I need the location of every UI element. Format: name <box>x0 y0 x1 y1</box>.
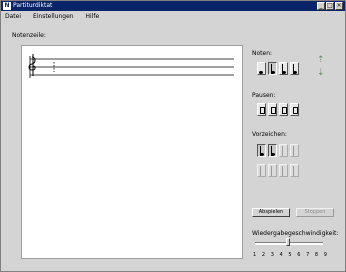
quarter-note-tool[interactable] <box>279 62 288 75</box>
sharp-icon <box>260 146 265 156</box>
up-arrow-icon[interactable]: ⇡ <box>317 56 325 65</box>
whole-note-tool[interactable] <box>257 62 266 75</box>
triplet-icon <box>271 166 276 176</box>
half-note-tool[interactable] <box>268 62 277 75</box>
tie-tool[interactable] <box>257 164 266 177</box>
down-arrow-icon[interactable]: ⇣ <box>317 69 325 78</box>
menu-file[interactable]: Datei <box>5 13 21 20</box>
fermata-icon <box>282 166 287 176</box>
quarter-rest-tool[interactable] <box>279 103 288 116</box>
maximize-button[interactable]: □ <box>326 2 334 10</box>
pauses-palette <box>257 103 299 116</box>
whole-rest-tool[interactable] <box>257 103 266 116</box>
flat-icon <box>271 146 276 156</box>
tempo-tick: 6 <box>297 252 301 258</box>
play-button[interactable]: Abspielen <box>252 208 290 217</box>
tempo-tick: 1 <box>253 252 257 258</box>
eighth-note-tool[interactable] <box>290 62 299 75</box>
tempo-tick: 2 <box>261 252 266 258</box>
natural-tool[interactable] <box>279 144 288 157</box>
tempo-tick: 3 <box>270 252 274 258</box>
menu-settings[interactable]: Einstellungen <box>33 13 74 20</box>
dot-icon <box>293 146 298 156</box>
notes-palette <box>257 62 299 75</box>
quarter-note-icon <box>282 64 287 74</box>
half-note-icon <box>271 64 276 74</box>
triplet-tool[interactable] <box>268 164 277 177</box>
sharp-tool[interactable] <box>257 144 266 157</box>
score-label: Notenzeile: <box>12 32 46 39</box>
close-button[interactable]: × <box>335 2 343 10</box>
tempo-tick: 8 <box>314 252 319 258</box>
tie-icon <box>260 166 265 176</box>
dot-tool[interactable] <box>290 144 299 157</box>
app-icon: N <box>3 2 11 10</box>
title-bar[interactable]: N Partiturdiktat _ □ × <box>1 1 345 11</box>
tempo-scale: 1 2 3 4 5 6 7 8 9 <box>253 252 327 258</box>
accidentals-palette-row2 <box>257 164 299 177</box>
pauses-label: Pausen: <box>252 92 276 99</box>
tempo-tick: 9 <box>323 252 327 258</box>
natural-icon <box>282 146 287 156</box>
accidentals-palette-row1 <box>257 144 299 157</box>
tempo-tick: 5 <box>288 252 292 258</box>
main-window: N Partiturdiktat _ □ × Datei Einstellung… <box>0 0 346 272</box>
accidentals-label: Vorzeichen: <box>252 131 287 138</box>
tempo-label: Wiedergabegeschwindigkeit: <box>252 230 339 237</box>
whole-rest-icon <box>260 107 265 114</box>
whole-note-icon <box>259 64 264 74</box>
eighth-rest-tool[interactable] <box>290 103 299 116</box>
staff <box>28 54 234 78</box>
staccato-icon <box>293 166 298 176</box>
fermata-tool[interactable] <box>279 164 288 177</box>
window-title: Partiturdiktat <box>13 2 53 9</box>
half-rest-tool[interactable] <box>268 103 277 116</box>
menu-bar: Datei Einstellungen Hilfe <box>1 12 105 21</box>
tempo-tick: 4 <box>279 252 283 258</box>
score-canvas[interactable] <box>21 45 243 259</box>
tempo-slider-thumb[interactable] <box>286 238 290 246</box>
minimize-button[interactable]: _ <box>317 2 325 10</box>
menu-help[interactable]: Hilfe <box>86 13 100 20</box>
staccato-tool[interactable] <box>290 164 299 177</box>
eighth-rest-icon <box>293 107 298 114</box>
tempo-tick: 7 <box>306 252 310 258</box>
stop-button[interactable]: Stoppen <box>296 208 334 217</box>
notes-label: Noten: <box>252 50 273 57</box>
quarter-rest-icon <box>282 107 287 114</box>
eighth-note-icon <box>293 64 298 74</box>
flat-tool[interactable] <box>268 144 277 157</box>
half-rest-icon <box>271 107 276 114</box>
